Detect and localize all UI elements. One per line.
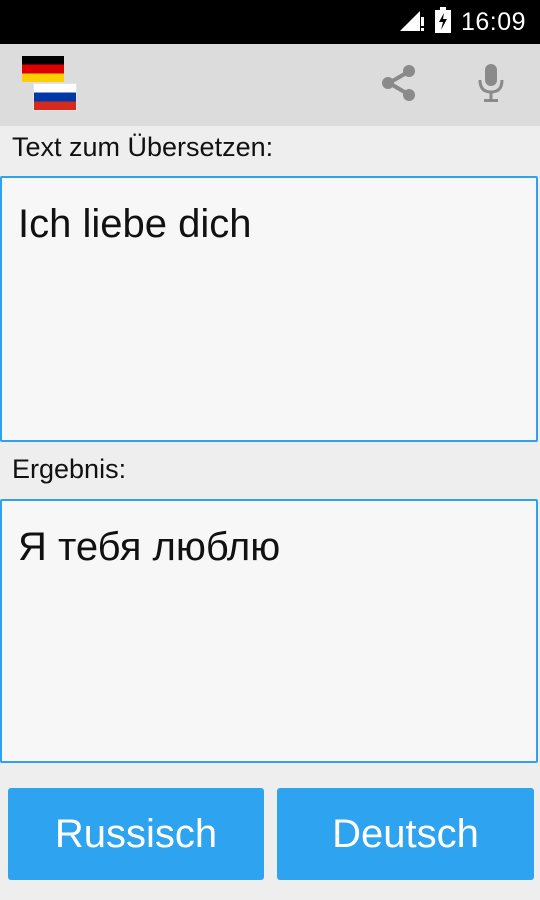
battery-charging-icon: [434, 6, 451, 38]
russia-flag-icon: [34, 84, 76, 110]
clock: 16:09: [460, 7, 526, 36]
german-button[interactable]: Deutsch: [277, 788, 534, 880]
share-button[interactable]: [374, 60, 424, 110]
result-label: Ergebnis:: [12, 454, 127, 484]
share-icon: [379, 63, 419, 108]
voice-input-button[interactable]: [466, 60, 516, 110]
source-text-input[interactable]: Ich liebe dich: [0, 176, 538, 442]
microphone-icon: [476, 62, 506, 109]
germany-flag-icon: [22, 56, 64, 82]
input-label: Text zum Übersetzen:: [12, 132, 274, 162]
app-toolbar: [0, 44, 540, 126]
translation-result[interactable]: Я тебя люблю: [0, 499, 538, 763]
status-bar: 16:09: [0, 0, 540, 44]
language-flags[interactable]: [20, 56, 80, 114]
wifi-signal-icon: [399, 8, 425, 37]
russian-button[interactable]: Russisch: [8, 788, 264, 880]
status-icons: 16:09: [399, 0, 526, 44]
